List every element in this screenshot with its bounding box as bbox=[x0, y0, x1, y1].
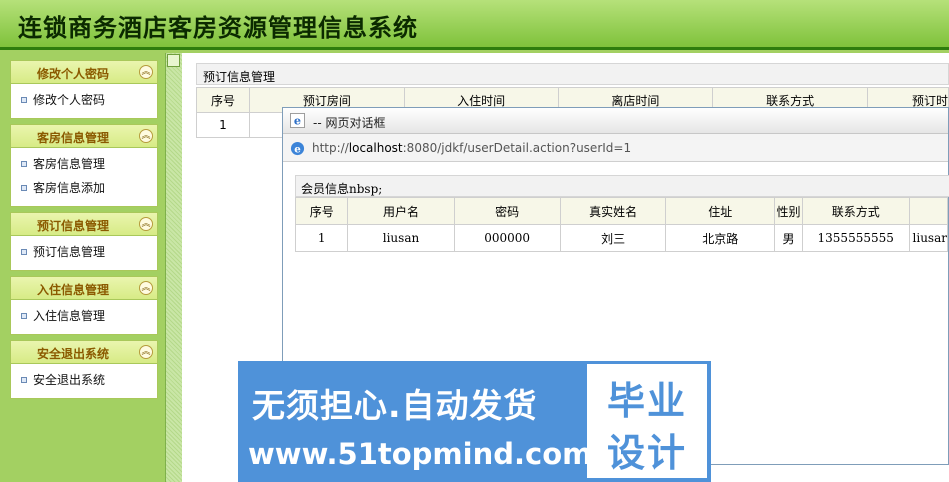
sidebar-item-change-password[interactable]: 修改个人密码 bbox=[11, 88, 157, 112]
bullet-icon bbox=[21, 161, 27, 167]
app-title: 连锁商务酒店客房资源管理信息系统 bbox=[18, 13, 418, 42]
menu-body: 入住信息管理 bbox=[10, 300, 158, 335]
watermark-badge: 毕业 设计 bbox=[587, 364, 707, 478]
table-cell: 北京路 bbox=[665, 224, 776, 252]
ie-icon: e bbox=[290, 113, 305, 128]
menu-group-logout: 安全退出系统 ︽ 安全退出系统 bbox=[10, 340, 158, 399]
sidebar-item-logout[interactable]: 安全退出系统 bbox=[11, 368, 157, 392]
column-header: 真实姓名 bbox=[559, 197, 667, 225]
collapse-icon[interactable]: ︽ bbox=[139, 217, 153, 231]
svg-text:e: e bbox=[294, 114, 301, 128]
sidebar-item-label: 客房信息管理 bbox=[33, 157, 106, 171]
sidebar-item-label: 安全退出系统 bbox=[33, 373, 106, 387]
sidebar-item-booking-manage[interactable]: 预订信息管理 bbox=[11, 240, 157, 264]
menu-header-label: 入住信息管理 bbox=[36, 283, 109, 297]
address-url: http://localhost:8080/jdkf/userDetail.ac… bbox=[312, 141, 631, 155]
column-header: 用户名 bbox=[347, 197, 455, 225]
url-host: localhost bbox=[348, 141, 403, 155]
column-header: 性别 bbox=[774, 197, 803, 225]
menu-header-label: 预订信息管理 bbox=[36, 219, 109, 233]
ie-icon: e bbox=[290, 141, 305, 155]
menu-body: 预订信息管理 bbox=[10, 236, 158, 271]
table-cell: 男 bbox=[774, 224, 803, 252]
sidebar-item-checkin-manage[interactable]: 入住信息管理 bbox=[11, 304, 157, 328]
menu-header-label: 安全退出系统 bbox=[36, 347, 109, 361]
column-header: 联系方式 bbox=[801, 197, 910, 225]
table-cell: 刘三 bbox=[559, 224, 667, 252]
sidebar: 修改个人密码 ︽ 修改个人密码 客房信息管理 ︽ 客房信息管理 客房信息添加 预… bbox=[0, 53, 166, 482]
menu-header-label: 修改个人密码 bbox=[36, 67, 109, 81]
menu-header-booking[interactable]: 预订信息管理 ︽ bbox=[10, 212, 158, 236]
page-title: 预订信息管理 bbox=[196, 63, 949, 85]
table-row: 1 liusan 000000 刘三 北京路 男 1355555555 lius… bbox=[294, 224, 949, 252]
sidebar-splitter[interactable] bbox=[166, 53, 182, 482]
menu-body: 修改个人密码 bbox=[10, 84, 158, 119]
collapse-icon[interactable]: ︽ bbox=[139, 345, 153, 359]
table-cell: liusan bbox=[347, 224, 455, 252]
menu-body: 客房信息管理 客房信息添加 bbox=[10, 148, 158, 207]
table-cell: liusar bbox=[908, 224, 949, 252]
menu-group-rooms: 客房信息管理 ︽ 客房信息管理 客房信息添加 bbox=[10, 124, 158, 207]
bullet-icon bbox=[21, 313, 27, 319]
dialog-titlebar[interactable]: e -- 网页对话框 bbox=[283, 108, 948, 134]
svg-text:e: e bbox=[294, 143, 301, 155]
table-cell: 1 bbox=[294, 224, 349, 252]
watermark-banner: 无须担心.自动发货 www.51topmind.com 毕业 设计 bbox=[238, 361, 711, 482]
watermark-badge-line1: 毕业 bbox=[606, 379, 687, 423]
column-header: 密码 bbox=[453, 197, 561, 225]
sidebar-item-label: 预订信息管理 bbox=[33, 245, 106, 259]
menu-header-logout[interactable]: 安全退出系统 ︽ bbox=[10, 340, 158, 364]
url-path: :8080/jdkf/userDetail.action?userId=1 bbox=[402, 141, 632, 155]
bullet-icon bbox=[21, 377, 27, 383]
menu-group-checkin: 入住信息管理 ︽ 入住信息管理 bbox=[10, 276, 158, 335]
menu-group-booking: 预订信息管理 ︽ 预订信息管理 bbox=[10, 212, 158, 271]
bullet-icon bbox=[21, 97, 27, 103]
member-table: 序号 用户名 密码 真实姓名 住址 性别 联系方式 1 liusan 00000… bbox=[294, 197, 949, 252]
menu-header-checkin[interactable]: 入住信息管理 ︽ bbox=[10, 276, 158, 300]
collapse-icon[interactable]: ︽ bbox=[139, 281, 153, 295]
address-bar[interactable]: e http://localhost:8080/jdkf/userDetail.… bbox=[283, 134, 948, 162]
sidebar-item-label: 客房信息添加 bbox=[33, 181, 106, 195]
table-cell: 000000 bbox=[453, 224, 561, 252]
table-header-row: 序号 用户名 密码 真实姓名 住址 性别 联系方式 bbox=[294, 197, 949, 225]
sidebar-item-room-manage[interactable]: 客房信息管理 bbox=[11, 152, 157, 176]
watermark-url: www.51topmind.com bbox=[248, 437, 593, 471]
app-header: 连锁商务酒店客房资源管理信息系统 bbox=[0, 0, 949, 50]
member-panel-title: 会员信息nbsp; bbox=[295, 175, 949, 197]
bullet-icon bbox=[21, 249, 27, 255]
column-header bbox=[908, 197, 949, 225]
menu-header-label: 客房信息管理 bbox=[36, 131, 109, 145]
menu-header-password[interactable]: 修改个人密码 ︽ bbox=[10, 60, 158, 84]
table-cell: 1 bbox=[196, 112, 250, 138]
column-header: 序号 bbox=[196, 87, 250, 113]
collapse-icon[interactable]: ︽ bbox=[139, 129, 153, 143]
menu-header-rooms[interactable]: 客房信息管理 ︽ bbox=[10, 124, 158, 148]
column-header: 住址 bbox=[665, 197, 776, 225]
column-header: 序号 bbox=[294, 197, 349, 225]
sidebar-item-room-add[interactable]: 客房信息添加 bbox=[11, 176, 157, 200]
url-scheme: http:// bbox=[312, 141, 349, 155]
watermark-badge-line2: 设计 bbox=[606, 431, 687, 475]
sidebar-item-label: 修改个人密码 bbox=[33, 93, 106, 107]
sidebar-item-label: 入住信息管理 bbox=[33, 309, 106, 323]
watermark-text-block: 无须担心.自动发货 www.51topmind.com bbox=[238, 361, 592, 482]
splitter-toggle-icon[interactable] bbox=[167, 54, 180, 67]
dialog-title: -- 网页对话框 bbox=[313, 116, 386, 130]
table-cell: 1355555555 bbox=[801, 224, 910, 252]
menu-group-password: 修改个人密码 ︽ 修改个人密码 bbox=[10, 60, 158, 119]
bullet-icon bbox=[21, 185, 27, 191]
collapse-icon[interactable]: ︽ bbox=[139, 65, 153, 79]
watermark-slogan: 无须担心.自动发货 bbox=[252, 386, 538, 425]
menu-body: 安全退出系统 bbox=[10, 364, 158, 399]
